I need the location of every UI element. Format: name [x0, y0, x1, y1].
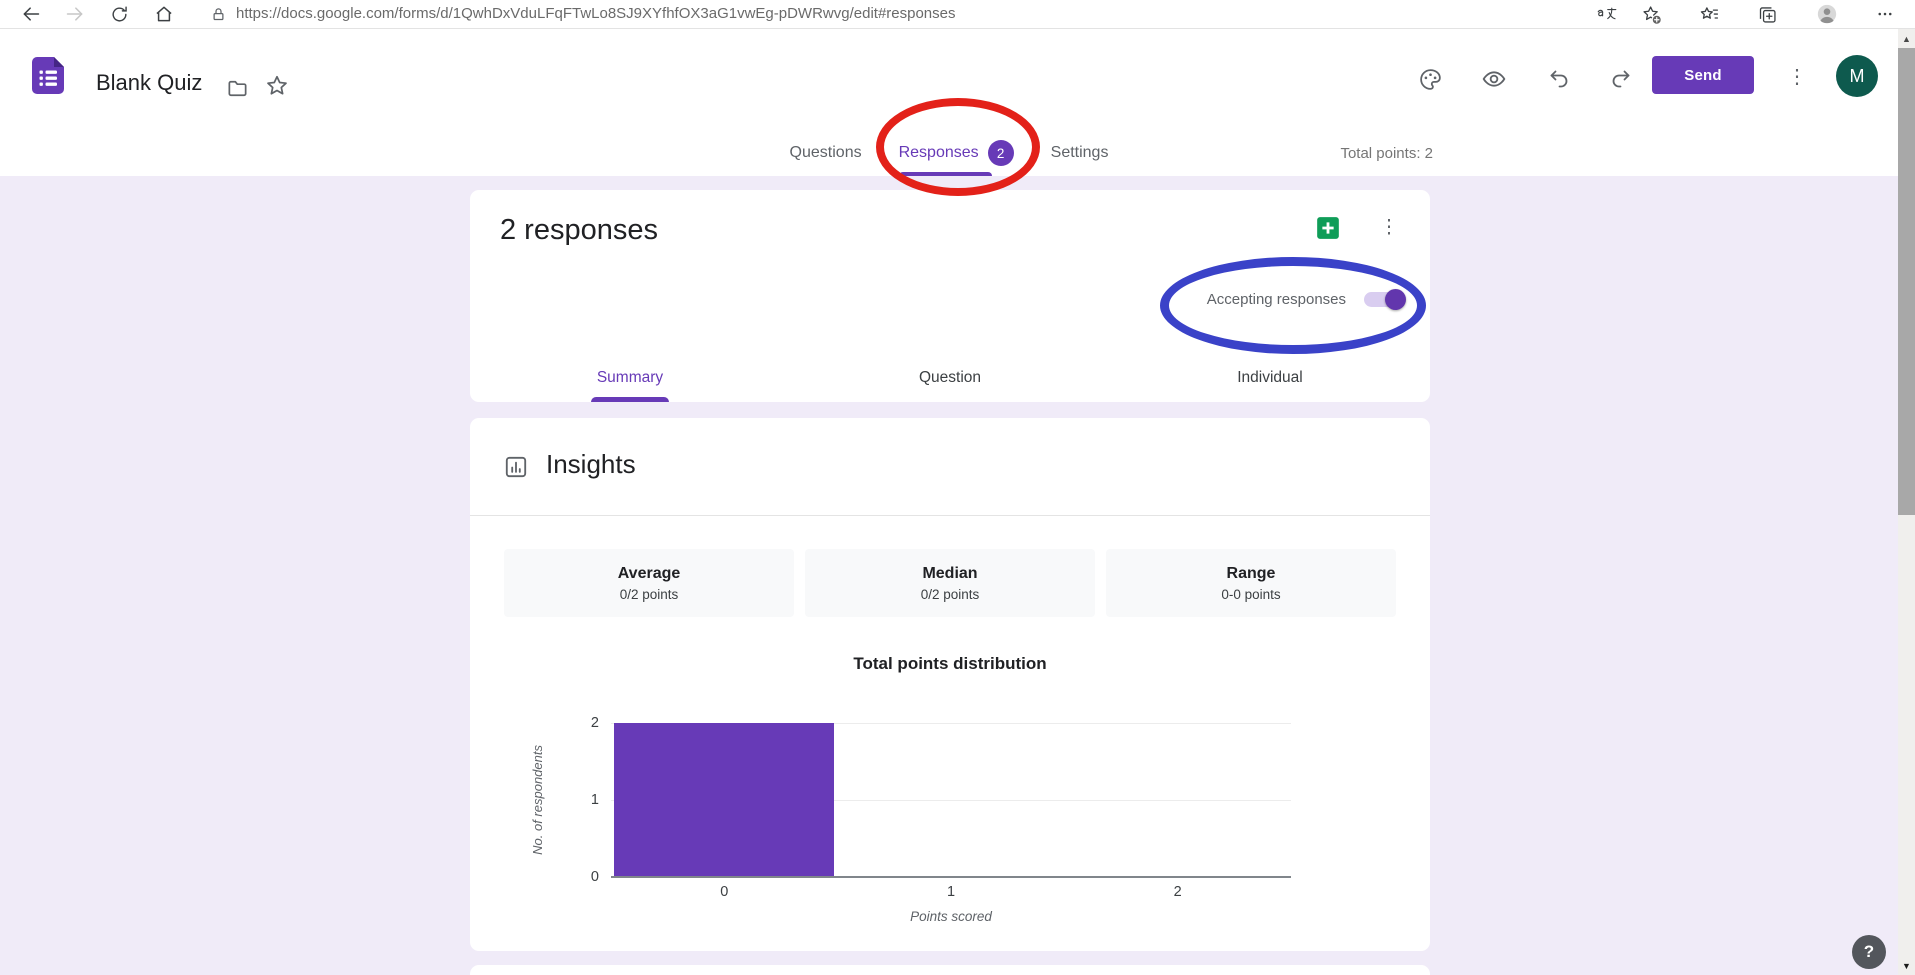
page-background: 2 responses ⋮ Accepting responses Summar…: [0, 176, 1915, 975]
subtab-question[interactable]: Question: [790, 354, 1110, 402]
toggle-knob[interactable]: [1385, 289, 1406, 310]
translate-icon[interactable]: [1596, 3, 1618, 25]
star-icon[interactable]: [264, 73, 290, 99]
help-icon[interactable]: ?: [1852, 935, 1886, 969]
bar-slot: [611, 723, 838, 877]
browser-profile-icon[interactable]: [1816, 3, 1838, 25]
scrollbar-up-icon[interactable]: ▲: [1898, 30, 1915, 47]
move-to-folder-icon[interactable]: [224, 75, 250, 101]
subtab-summary[interactable]: Summary: [470, 354, 790, 402]
insights-chart-icon: [503, 454, 529, 480]
browser-menu-icon[interactable]: [1874, 3, 1896, 25]
add-favorite-icon[interactable]: [1640, 3, 1662, 25]
next-card-peek: [470, 965, 1430, 975]
divider: [470, 515, 1430, 516]
x-tick-label: 2: [1064, 884, 1291, 900]
url-text[interactable]: https://docs.google.com/forms/d/1QwhDxVd…: [236, 0, 956, 28]
x-tick-labels: 012: [611, 884, 1291, 900]
forms-logo-icon[interactable]: [28, 55, 68, 95]
forward-icon: [64, 3, 86, 25]
redo-icon[interactable]: [1608, 66, 1634, 92]
subtab-individual-label: Individual: [1237, 369, 1303, 387]
y-tick-label: 2: [591, 715, 599, 731]
scrollbar[interactable]: ▲ ▼: [1898, 29, 1915, 975]
browser-toolbar: https://docs.google.com/forms/d/1QwhDxVd…: [0, 0, 1915, 29]
home-icon[interactable]: [153, 3, 175, 25]
stat-median-label: Median: [922, 565, 977, 583]
stat-median-value: 0/2 points: [921, 587, 980, 602]
tab-responses-label: Responses: [899, 144, 979, 162]
total-points-label: Total points: 2: [1340, 145, 1433, 162]
chart-bars: [611, 723, 1291, 877]
subtab-individual[interactable]: Individual: [1110, 354, 1430, 402]
responses-count-title: 2 responses: [500, 214, 658, 247]
theme-palette-icon[interactable]: [1417, 66, 1443, 92]
x-tick-label: 1: [838, 884, 1065, 900]
header-more-icon[interactable]: ⋮: [1786, 64, 1808, 90]
accepting-responses-toggle[interactable]: [1364, 292, 1404, 307]
responses-subtabs: Summary Question Individual: [470, 354, 1430, 402]
stat-range: Range 0-0 points: [1106, 549, 1396, 617]
stat-range-label: Range: [1227, 565, 1276, 583]
main-tabs: Questions Responses 2 Settings: [0, 130, 1898, 176]
y-tick-label: 0: [591, 869, 599, 885]
y-tick-labels: 012: [573, 723, 599, 877]
stats-row: Average 0/2 points Median 0/2 points Ran…: [504, 549, 1396, 617]
send-button[interactable]: Send: [1652, 56, 1754, 94]
chart-ylabel-wrap: No. of respondents: [522, 718, 552, 882]
stat-range-value: 0-0 points: [1221, 587, 1280, 602]
tab-responses[interactable]: Responses 2: [899, 130, 1014, 176]
y-tick-label: 1: [591, 792, 599, 808]
subtab-active-underline: [591, 397, 669, 402]
tab-settings[interactable]: Settings: [1051, 130, 1109, 176]
back-icon[interactable]: [20, 3, 42, 25]
tab-settings-label: Settings: [1051, 144, 1109, 162]
x-tick-label: 0: [611, 884, 838, 900]
scrollbar-down-icon[interactable]: ▼: [1898, 957, 1915, 974]
lock-icon[interactable]: [207, 3, 229, 25]
account-avatar[interactable]: M: [1836, 55, 1878, 97]
refresh-icon[interactable]: [108, 3, 130, 25]
responses-count-badge: 2: [988, 140, 1014, 166]
forms-header: Blank Quiz Send ⋮ M Questions Respons: [0, 29, 1915, 176]
chart-ylabel: No. of respondents: [530, 745, 545, 855]
subtab-question-label: Question: [919, 369, 981, 387]
bar-slot: [838, 723, 1065, 877]
chart-title: Total points distribution: [470, 654, 1430, 674]
scrollbar-thumb[interactable]: [1898, 48, 1915, 515]
bar: [614, 723, 834, 877]
screen: https://docs.google.com/forms/d/1QwhDxVd…: [0, 0, 1915, 975]
responses-more-icon[interactable]: ⋮: [1376, 215, 1402, 241]
chart-xlabel: Points scored: [611, 909, 1291, 924]
subtab-summary-label: Summary: [597, 369, 663, 387]
responses-card: 2 responses ⋮ Accepting responses Summar…: [470, 190, 1430, 402]
tab-questions-label: Questions: [790, 144, 862, 162]
link-to-sheets-icon[interactable]: [1315, 215, 1341, 241]
chart-plot-area: [611, 723, 1291, 877]
stat-average-label: Average: [618, 565, 681, 583]
accepting-responses-row: Accepting responses: [1207, 291, 1404, 308]
stat-average: Average 0/2 points: [504, 549, 794, 617]
accepting-responses-label: Accepting responses: [1207, 291, 1346, 308]
form-title[interactable]: Blank Quiz: [96, 70, 202, 96]
x-axis-line: [611, 876, 1291, 878]
stat-average-value: 0/2 points: [620, 587, 679, 602]
favorites-icon[interactable]: [1698, 3, 1720, 25]
stat-median: Median 0/2 points: [805, 549, 1095, 617]
insights-card: Insights Average 0/2 points Median 0/2 p…: [470, 418, 1430, 951]
collections-icon[interactable]: [1756, 3, 1778, 25]
preview-eye-icon[interactable]: [1481, 66, 1507, 92]
undo-icon[interactable]: [1546, 66, 1572, 92]
insights-title: Insights: [546, 449, 636, 480]
bar-slot: [1064, 723, 1291, 877]
tab-questions[interactable]: Questions: [790, 130, 862, 176]
